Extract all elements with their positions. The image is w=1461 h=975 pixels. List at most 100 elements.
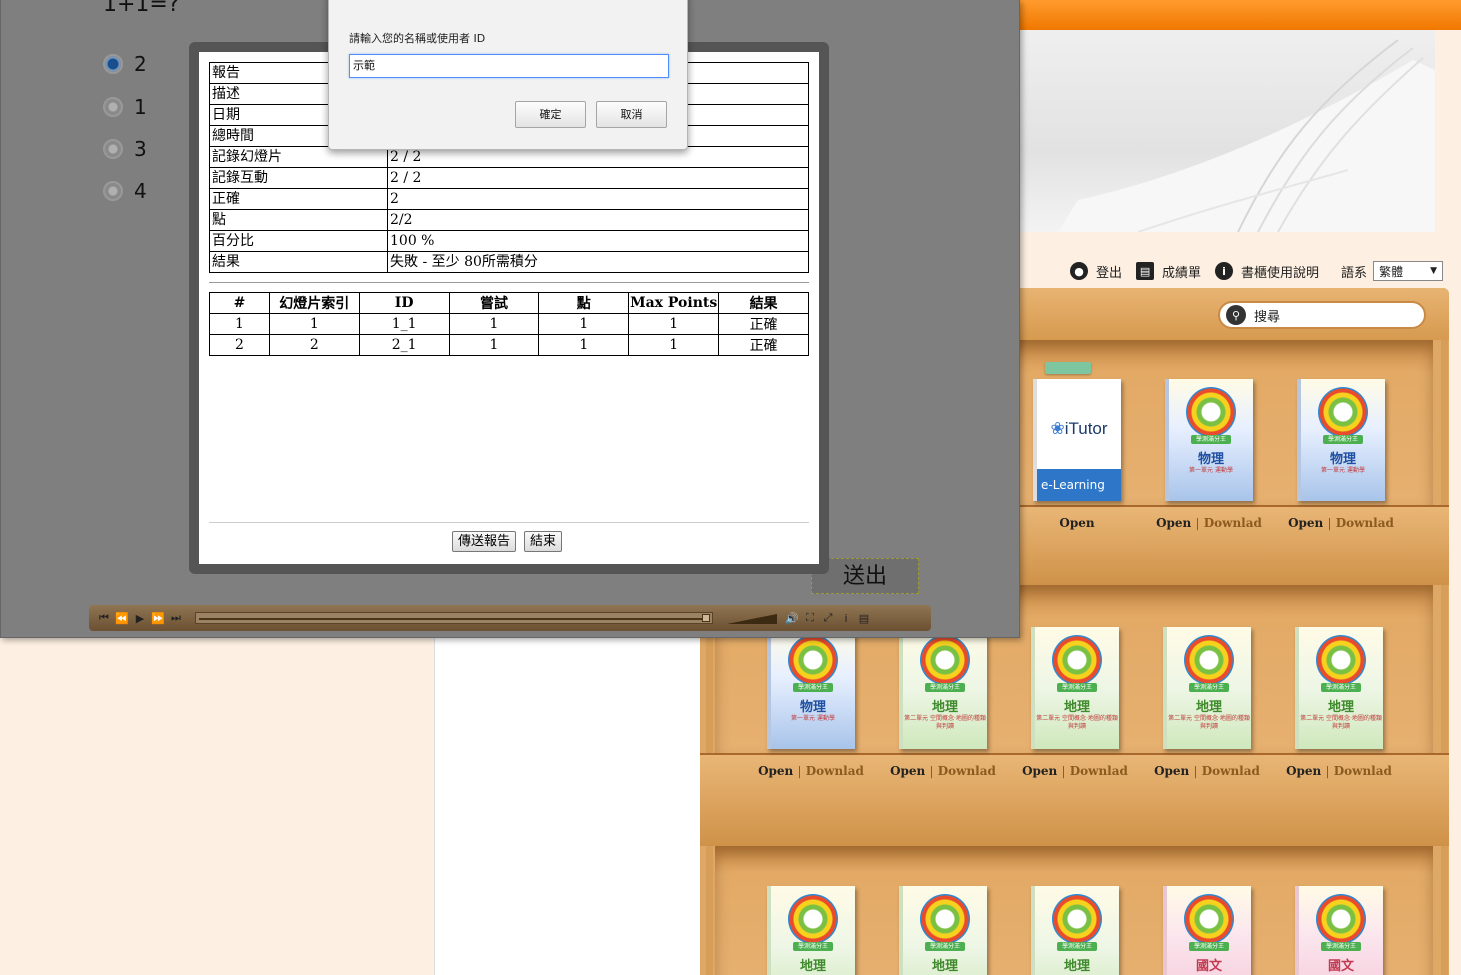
book-icon: ▤ <box>1136 262 1155 280</box>
option-radio[interactable]: 2 <box>103 52 147 76</box>
download-link[interactable]: Downlad <box>938 764 996 778</box>
option-radio[interactable]: 3 <box>103 137 147 161</box>
first-slide-icon[interactable]: ⏮ <box>95 611 113 625</box>
table-cell: 1 <box>628 313 720 335</box>
table-cell: 1 <box>448 313 540 335</box>
language-select[interactable]: 繁體 ▼ <box>1373 261 1444 281</box>
book-cover[interactable]: ❀iTutor e-Learning <box>1033 379 1121 501</box>
open-link[interactable]: Open <box>1022 764 1057 778</box>
fullscreen-icon[interactable]: ⛶ <box>801 611 819 625</box>
book-cover[interactable]: 學測滿分王 地理 第二單元 空間概念‧地圖的種類與判讀 <box>1295 627 1383 749</box>
download-link[interactable]: Downlad <box>1070 764 1128 778</box>
open-link[interactable]: Open <box>1156 516 1191 530</box>
book-subject: 物理 <box>1329 452 1356 467</box>
notes-icon[interactable]: ▤ <box>855 612 873 625</box>
table-cell: 1 <box>448 334 540 356</box>
volume-icon[interactable]: 🔊 <box>783 612 801 625</box>
table-cell: 正確 <box>718 313 809 335</box>
book-subject: 地理 <box>1327 700 1354 715</box>
book-links: Open | Downlad <box>1273 764 1405 778</box>
help-label: 書櫃使用說明 <box>1241 265 1320 281</box>
book-cover[interactable]: 學測滿分王 國文 <box>1163 886 1251 975</box>
radio-button[interactable] <box>103 54 123 74</box>
open-link[interactable]: Open <box>1059 516 1094 530</box>
download-link[interactable]: Downlad <box>1202 764 1260 778</box>
next-icon[interactable]: ⏩ <box>149 612 167 625</box>
search-input[interactable]: ⚲ 搜尋 <box>1218 301 1426 329</box>
download-link[interactable]: Downlad <box>806 764 864 778</box>
name-input[interactable]: 示範 <box>349 54 669 78</box>
cancel-button[interactable]: 取消 <box>596 101 667 128</box>
download-link[interactable]: Downlad <box>1336 516 1394 530</box>
link-separator: | <box>1325 764 1330 778</box>
rainbow-logo-icon <box>1052 894 1102 944</box>
volume-slider[interactable] <box>727 612 783 624</box>
help-link[interactable]: i 書櫃使用說明 <box>1215 262 1319 281</box>
open-link[interactable]: Open <box>1286 764 1321 778</box>
book-subject: 國文 <box>1195 959 1222 974</box>
previous-icon[interactable]: ⏪ <box>113 612 131 625</box>
itutor-mark-icon: ❀ <box>1050 419 1065 438</box>
book-cover[interactable]: 學測滿分王 地理 <box>1031 886 1119 975</box>
search-icon: ⚲ <box>1226 305 1246 325</box>
rainbow-logo-icon <box>1184 635 1234 685</box>
seek-bar[interactable] <box>195 612 713 624</box>
series-badge: 學測滿分王 <box>793 683 833 692</box>
summary-value: 100 % <box>387 230 809 252</box>
open-link[interactable]: Open <box>758 764 793 778</box>
radio-button[interactable] <box>103 181 123 201</box>
rainbow-logo-icon <box>920 635 970 685</box>
book-cover[interactable]: 學測滿分王 地理 第二單元 空間概念‧地圖的種類與判讀 <box>1163 627 1251 749</box>
last-slide-icon[interactable]: ⏭ <box>167 611 185 625</box>
book-cover[interactable]: 學測滿分王 物理 第一單元 運動學 <box>767 627 855 749</box>
book-cover[interactable]: 學測滿分王 地理 <box>767 886 855 975</box>
summary-row: 正確 2 <box>209 188 809 210</box>
page-left-panel <box>434 636 700 975</box>
column-header: 結果 <box>718 292 809 314</box>
info-icon[interactable]: i <box>837 612 855 625</box>
send-report-button[interactable]: 傳送報告 <box>452 531 517 552</box>
option-radio[interactable]: 1 <box>103 95 147 119</box>
report-card-link[interactable]: ▤ 成績單 <box>1136 262 1201 281</box>
summary-value: 2 <box>387 188 809 210</box>
play-icon[interactable]: ▶ <box>131 612 149 625</box>
logout-link[interactable]: ● 登出 <box>1070 262 1122 281</box>
book-cover[interactable]: 學測滿分王 地理 <box>899 886 987 975</box>
book-subject: 物理 <box>799 700 826 715</box>
seek-handle[interactable] <box>702 614 710 622</box>
ok-button[interactable]: 確定 <box>515 101 586 128</box>
rainbow-logo-icon <box>1316 894 1366 944</box>
open-link[interactable]: Open <box>890 764 925 778</box>
book-cover[interactable]: 學測滿分王 物理 第一單元 運動學 <box>1297 379 1385 501</box>
rainbow-logo-icon <box>1184 894 1234 944</box>
radio-button[interactable] <box>103 97 123 117</box>
book-cover[interactable]: 學測滿分王 地理 第二單元 空間概念‧地圖的種類與判讀 <box>1031 627 1119 749</box>
series-badge: 學測滿分王 <box>1057 683 1097 692</box>
fit-icon[interactable]: ⤢ <box>819 611 837 625</box>
summary-key: 點 <box>209 209 388 231</box>
option-radio[interactable]: 4 <box>103 179 147 203</box>
series-badge: 學測滿分王 <box>1321 942 1361 951</box>
book-subject: 地理 <box>1063 959 1090 974</box>
link-separator: | <box>1061 764 1066 778</box>
hero-banner <box>1018 30 1435 232</box>
open-link[interactable]: Open <box>1154 764 1189 778</box>
radio-button[interactable] <box>103 139 123 159</box>
series-badge: 學測滿分王 <box>1189 683 1229 692</box>
download-link[interactable]: Downlad <box>1204 516 1262 530</box>
book-cover[interactable]: 學測滿分王 地理 第二單元 空間概念‧地圖的種類與判讀 <box>899 627 987 749</box>
rainbow-logo-icon <box>1318 387 1368 437</box>
report-card-label: 成績單 <box>1162 265 1202 281</box>
download-link[interactable]: Downlad <box>1334 764 1392 778</box>
column-header: ID <box>358 292 450 314</box>
book-chapter: 第二單元 空間概念‧地圖的種類與判讀 <box>1036 715 1118 730</box>
end-button[interactable]: 結束 <box>524 531 563 552</box>
option-label: 3 <box>134 137 147 161</box>
summary-key: 正確 <box>209 188 388 210</box>
series-badge: 學測滿分王 <box>1321 683 1361 692</box>
name-prompt-dialog: 請輸入您的名稱或使用者 ID 示範 確定 取消 <box>328 0 688 150</box>
open-link[interactable]: Open <box>1288 516 1323 530</box>
book-cover[interactable]: 學測滿分王 物理 第一單元 運動學 <box>1165 379 1253 501</box>
rainbow-logo-icon <box>1186 387 1236 437</box>
book-cover[interactable]: 學測滿分王 國文 <box>1295 886 1383 975</box>
